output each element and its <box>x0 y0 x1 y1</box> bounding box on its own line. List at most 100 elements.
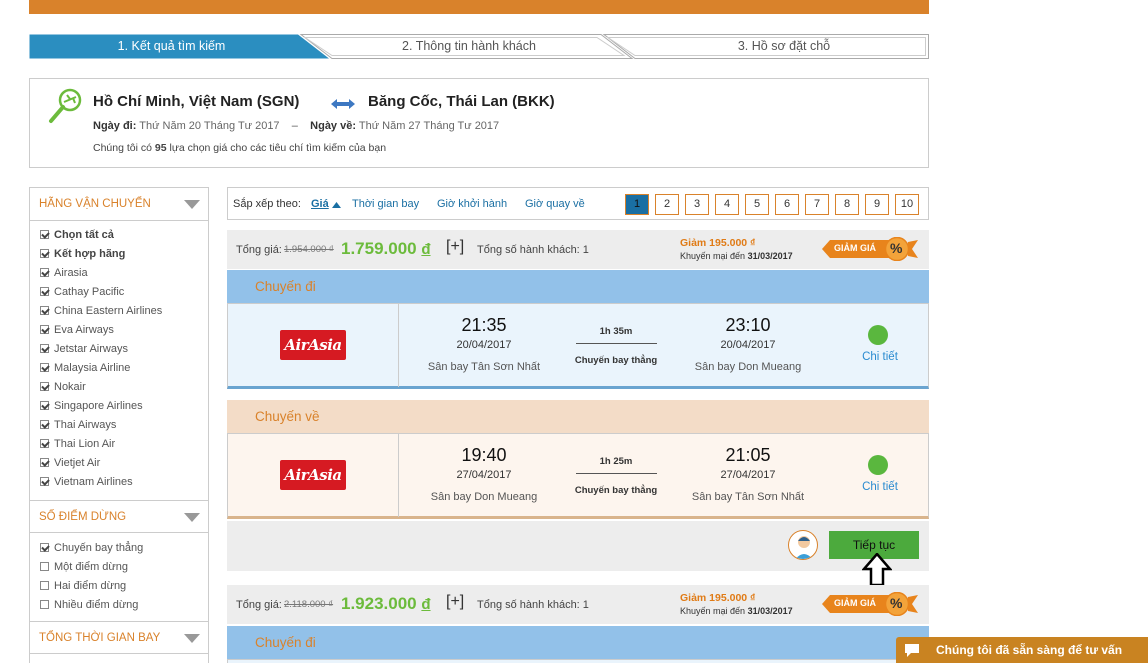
checkbox[interactable] <box>40 363 49 372</box>
checkbox[interactable] <box>40 543 49 552</box>
sort-by-return[interactable]: Giờ quay về <box>525 198 585 210</box>
details-link[interactable]: Chi tiết <box>850 481 910 493</box>
airline-filter-option[interactable]: Airasia <box>40 266 88 281</box>
inbound-leg: AirAsia 19:40 27/04/2017 Sân bay Don Mue… <box>227 433 929 519</box>
airline-filter-option[interactable]: Eva Airways <box>40 323 114 338</box>
checkbox-label: Chuyến bay thẳng <box>54 542 144 554</box>
original-price: 1.954.000 ₫ <box>284 244 334 255</box>
checkbox[interactable] <box>40 420 49 429</box>
price-breakdown-toggle[interactable]: [+] <box>446 593 464 611</box>
airline-filter-option[interactable]: Cathay Pacific <box>40 285 124 300</box>
select-indicator-icon[interactable] <box>868 455 888 475</box>
departure-airport: Sân bay Don Mueang <box>430 491 538 503</box>
checkbox[interactable] <box>40 325 49 334</box>
chat-widget[interactable]: Chúng tôi đã sẵn sàng để tư vấn <box>896 637 1148 663</box>
return-label: Ngày về: <box>310 120 357 132</box>
airline-filter-option[interactable]: Chọn tất cả <box>40 228 114 243</box>
page-7-button[interactable]: 7 <box>805 194 829 215</box>
sale-price: 1.923.000 đ <box>341 594 431 614</box>
promo-deadline: Khuyến mại đến 31/03/2017 <box>680 251 793 261</box>
checkbox[interactable] <box>40 581 49 590</box>
summary-post: lựa chọn giá cho các tiêu chí tìm kiếm c… <box>169 142 387 154</box>
airline-filter-option[interactable]: China Eastern Airlines <box>40 304 162 319</box>
step-search-results[interactable]: 1. Kết quả tìm kiếm <box>29 34 314 59</box>
airline-filter-option[interactable]: Singapore Airlines <box>40 399 143 414</box>
airline-filter-option[interactable]: Nokair <box>40 380 86 395</box>
checkbox[interactable] <box>40 562 49 571</box>
stops-filter-option[interactable]: Hai điểm dừng <box>40 579 126 594</box>
departure-date: 27/04/2017 <box>456 469 512 481</box>
checkbox[interactable] <box>40 287 49 296</box>
airline-filter-option[interactable]: Kết hợp hãng <box>40 247 125 262</box>
page-1-button[interactable]: 1 <box>625 194 649 215</box>
trip-dates: Ngày đi: Thứ Năm 20 Tháng Tư 2017 – Ngày… <box>93 120 499 132</box>
airline-filter-option[interactable]: Vietnam Airlines <box>40 475 133 490</box>
depart-label: Ngày đi: <box>93 120 137 132</box>
select-indicator-icon[interactable] <box>868 325 888 345</box>
stops-filter-option[interactable]: Một điểm dừng <box>40 560 128 575</box>
price-breakdown-toggle[interactable]: [+] <box>446 238 464 256</box>
airline-filter-option[interactable]: Malaysia Airline <box>40 361 130 376</box>
checkbox[interactable] <box>40 306 49 315</box>
flight-type: Chuyến bay thẳng <box>574 485 658 496</box>
step-passenger-info[interactable]: 2. Thông tin hành khách <box>319 34 619 59</box>
outbound-header: Chuyến đi <box>227 626 929 659</box>
stops-filter-option[interactable]: Nhiều điểm dừng <box>40 598 138 613</box>
checkbox[interactable] <box>40 382 49 391</box>
checkbox[interactable] <box>40 344 49 353</box>
details-link[interactable]: Chi tiết <box>850 351 910 363</box>
checkbox-label: Kết hợp hãng <box>54 248 126 260</box>
page-10-button[interactable]: 10 <box>895 194 919 215</box>
airline-filter-option[interactable]: Vietjet Air <box>40 456 100 471</box>
promo-deadline: Khuyến mại đến 31/03/2017 <box>680 606 793 616</box>
sale-price-value: 1.759.000 <box>341 239 417 258</box>
page-3-button[interactable]: 3 <box>685 194 709 215</box>
promo-date: 31/03/2017 <box>747 251 793 261</box>
collapse-arrow-icon[interactable] <box>184 200 200 209</box>
stops-filter-header[interactable]: SỐ ĐIỂM DỪNG <box>30 500 208 533</box>
airline-filter-title: HÃNG VẬN CHUYỂN <box>39 198 151 210</box>
sort-asc-icon[interactable] <box>332 202 341 208</box>
checkbox[interactable] <box>40 230 49 239</box>
duration-filter-header[interactable]: TỔNG THỜI GIAN BAY <box>30 621 208 654</box>
checkbox[interactable] <box>40 477 49 486</box>
page-8-button[interactable]: 8 <box>835 194 859 215</box>
checkbox-label: Thai Airways <box>54 419 117 431</box>
step-booking-record[interactable]: 3. Hồ sơ đặt chỗ <box>629 34 939 59</box>
checkbox[interactable] <box>40 268 49 277</box>
checkbox[interactable] <box>40 600 49 609</box>
page-5-button[interactable]: 5 <box>745 194 769 215</box>
page-6-button[interactable]: 6 <box>775 194 799 215</box>
checkbox[interactable] <box>40 401 49 410</box>
airline-filter-option[interactable]: Jetstar Airways <box>40 342 128 357</box>
checkbox[interactable] <box>40 249 49 258</box>
percent-icon: % <box>890 595 903 611</box>
sort-by-departure[interactable]: Giờ khởi hành <box>437 198 507 210</box>
departure-time: 21:35 <box>461 315 507 335</box>
stops-filter-option[interactable]: Chuyến bay thẳng <box>40 541 143 556</box>
page-4-button[interactable]: 4 <box>715 194 739 215</box>
total-price-label: Tổng giá: <box>236 599 282 611</box>
page-2-button[interactable]: 2 <box>655 194 679 215</box>
page-9-button[interactable]: 9 <box>865 194 889 215</box>
continue-bar: Tiếp tục <box>227 521 929 571</box>
checkbox-label: Eva Airways <box>54 324 114 336</box>
checkbox[interactable] <box>40 439 49 448</box>
sort-by-duration[interactable]: Thời gian bay <box>352 198 419 210</box>
checkbox[interactable] <box>40 458 49 467</box>
airline-filter-header[interactable]: HÃNG VẬN CHUYỂN <box>30 188 208 221</box>
arrival-date: 27/04/2017 <box>720 469 776 481</box>
collapse-arrow-icon[interactable] <box>184 634 200 643</box>
flight-line <box>576 473 657 474</box>
outbound-header: Chuyến đi <box>227 270 929 303</box>
divider <box>398 304 399 387</box>
sort-by-price[interactable]: Giá <box>311 198 329 210</box>
discount-badge: GIẢM GIÁ % <box>822 592 918 616</box>
divider <box>398 434 399 517</box>
airline-filter-option[interactable]: Thai Lion Air <box>40 437 115 452</box>
support-agent-avatar[interactable] <box>788 530 818 560</box>
checkbox-label: Vietjet Air <box>54 457 101 469</box>
airline-filter-option[interactable]: Thai Airways <box>40 418 116 433</box>
checkbox-label: China Eastern Airlines <box>54 305 163 317</box>
collapse-arrow-icon[interactable] <box>184 513 200 522</box>
